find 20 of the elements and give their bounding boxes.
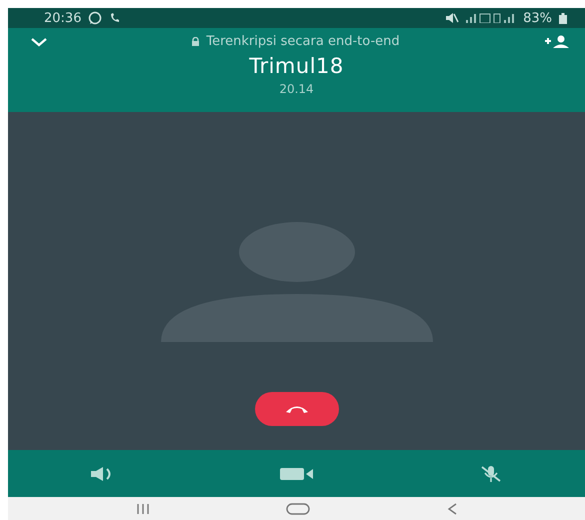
home-icon <box>286 502 310 514</box>
contact-name: Trimul18 <box>249 54 344 78</box>
phone-icon <box>109 12 122 24</box>
recent-apps-icon <box>136 504 150 514</box>
end-call-button[interactable] <box>254 392 338 426</box>
signal-icon <box>466 13 516 23</box>
chevron-down-icon <box>30 36 48 46</box>
encryption-note: Terenkripsi secara end-to-end <box>206 34 400 49</box>
microphone-off-icon <box>478 464 503 482</box>
phone-handset-icon <box>284 404 308 414</box>
video-camera-icon <box>280 466 314 480</box>
call-duration: 20.14 <box>279 82 314 96</box>
back-icon <box>446 502 457 514</box>
chat-bubble-icon <box>88 11 102 25</box>
mute-icon <box>445 13 460 23</box>
battery-icon <box>559 12 567 24</box>
lock-icon <box>191 37 200 46</box>
clock-time: 20:36 <box>44 10 82 26</box>
battery-percent: 83% <box>523 10 552 26</box>
home-button[interactable] <box>284 500 312 516</box>
